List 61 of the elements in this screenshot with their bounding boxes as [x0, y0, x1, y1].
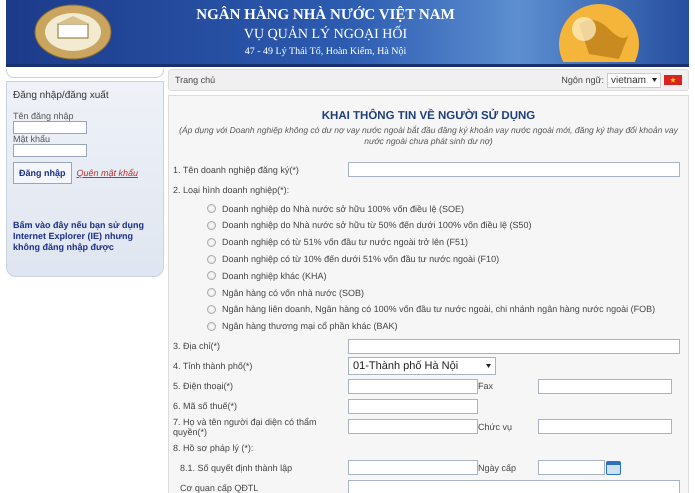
section-label: 8. Hồ sơ pháp lý (*):: [173, 442, 254, 453]
username-field[interactable]: [13, 121, 87, 134]
field-label: 1. Tên doanh nghiệp đăng ký(*): [173, 164, 300, 175]
radio-label[interactable]: Doanh nghiệp có từ 10% đến dưới 51% vốn đầu tư nước ngoài (F10): [222, 254, 500, 264]
language-dropdown[interactable]: vietnam: [606, 72, 661, 88]
field-label: Cơ quan cấp QĐTL: [179, 482, 260, 493]
input-field[interactable]: [348, 460, 478, 476]
field-label: 4. Tỉnh thành phố(*): [173, 360, 254, 372]
radio-button[interactable]: [207, 204, 216, 214]
flag-icon[interactable]: [664, 75, 682, 85]
radio-label[interactable]: Doanh nghiệp do Nhà nước sở hữu 100% vốn điều lệ (SOE): [222, 204, 464, 214]
panel-heading: Đăng nhập/đăng xuất: [13, 90, 109, 101]
input-field[interactable]: [348, 419, 478, 434]
radio-label[interactable]: Doanh nghiệp khác (KHA): [222, 270, 327, 281]
province-dropdown[interactable]: 01-Thành phố Hà Nội: [348, 357, 496, 376]
caret-icon: [486, 364, 491, 368]
radio-button[interactable]: [207, 304, 216, 314]
radio-label[interactable]: Doanh nghiệp do Nhà nước sở hữu từ 50% đến dưới 100% vốn điều lệ (S50): [222, 220, 532, 230]
login-button[interactable]: Đăng nhập: [13, 162, 72, 184]
ie-help-link[interactable]: Bấm vào đây nếu bạn sử dụng Internet Explorer (IE) nhưng không đăng nhập được: [13, 220, 157, 252]
field-label: Tên đăng nhập: [13, 111, 74, 121]
radio-label[interactable]: Ngân hàng liên doanh, Ngân hàng có 100% vốn đầu tư nước ngoài, chi nhánh ngân hàng nước ngoài (FOB): [222, 304, 656, 314]
department-name: VỤ QUẢN LÝ NGOẠI HỐI: [244, 27, 408, 43]
field-label: Mật khẩu: [13, 134, 50, 144]
radio-label[interactable]: Doanh nghiệp có từ 51% vốn đầu tư nước ngoài trở lên (F51): [222, 237, 468, 248]
field-label: Chức vụ: [478, 422, 514, 432]
radio-button[interactable]: [207, 220, 216, 230]
caret-icon: [652, 78, 657, 82]
radio-button[interactable]: [207, 271, 216, 280]
field-label: 6. Mã số thuế(*): [173, 400, 238, 412]
input-field[interactable]: [348, 398, 478, 414]
radio-label[interactable]: Ngân hàng thương mại cổ phần khác (BAK): [222, 321, 398, 332]
radio-button[interactable]: [207, 322, 216, 331]
calendar-icon[interactable]: [606, 461, 621, 476]
radio-button[interactable]: [207, 254, 216, 264]
field-label: Ngày cấp: [478, 462, 518, 473]
breadcrumb-link[interactable]: Trang chủ: [175, 75, 216, 85]
radio-label[interactable]: Ngân hàng có vốn nhà nước (SOB): [222, 288, 364, 298]
bank-seal-icon: [34, 4, 112, 60]
password-field[interactable]: [13, 144, 87, 157]
field-label: 3. Địa chỉ(*): [173, 340, 222, 352]
bank-name: NGÂN HÀNG NHÀ NƯỚC VIỆT NAM: [196, 7, 455, 24]
field-label: Fax: [478, 381, 494, 392]
forgot-password-link[interactable]: Quên mật khẩu: [76, 168, 138, 178]
language-label: Ngôn ngữ:: [561, 75, 604, 85]
input-field[interactable]: [538, 419, 672, 434]
field-label: 8.1. Số quyết định thành lập: [179, 462, 294, 473]
field-label: 7. Họ và tên người đại diện có thẩm quyền(*): [173, 416, 318, 438]
address-text: 47 - 49 Lý Thái Tổ, Hoàn Kiếm, Hà Nội: [244, 46, 406, 57]
input-field[interactable]: [348, 338, 680, 354]
field-label: 2. Loại hình doanh nghiệp(*):: [173, 184, 290, 195]
radio-button[interactable]: [207, 238, 216, 247]
input-field[interactable]: [348, 162, 680, 178]
field-label: 5. Điện thoại(*): [173, 380, 234, 392]
input-field[interactable]: [538, 378, 672, 394]
input-field[interactable]: [348, 378, 478, 394]
input-field[interactable]: [348, 480, 680, 493]
form-note: (Áp dụng với Doanh nghiệp không có dư nợ vay nước ngoài bắt đầu đăng ký khoản vay nước ngoài mới, đăng ký thay đổi khoản vay nước ngoài chưa phát sinh dư nợ): [178, 125, 680, 146]
form-title: KHAI THÔNG TIN VỀ NGƯỜI SỬ DỤNG: [320, 110, 536, 122]
radio-button[interactable]: [207, 288, 216, 298]
date-field[interactable]: [538, 460, 605, 476]
